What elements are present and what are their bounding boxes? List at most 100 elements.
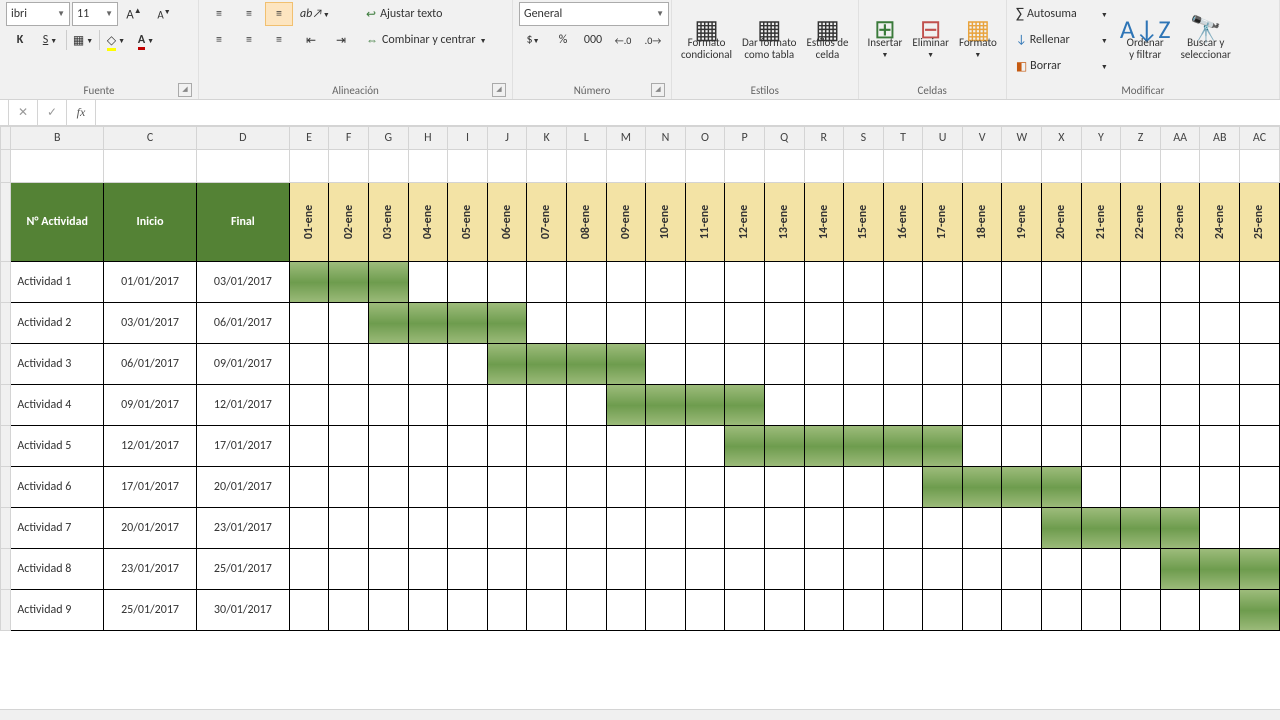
gantt-cell[interactable] bbox=[566, 262, 606, 303]
gantt-date-header[interactable]: 17-ene bbox=[923, 183, 963, 262]
gantt-cell[interactable] bbox=[923, 508, 963, 549]
gantt-cell[interactable] bbox=[329, 262, 369, 303]
gantt-cell[interactable] bbox=[923, 262, 963, 303]
gantt-cell[interactable] bbox=[685, 549, 725, 590]
row-header[interactable] bbox=[1, 426, 11, 467]
fill-color-button[interactable]: ◇▼ bbox=[102, 28, 130, 52]
activity-end-cell[interactable]: 20/01/2017 bbox=[196, 467, 289, 508]
sheet-tab-strip[interactable] bbox=[0, 709, 1280, 720]
gantt-cell[interactable] bbox=[1042, 508, 1082, 549]
dialog-launcher[interactable]: ◢ bbox=[651, 83, 665, 97]
gantt-cell[interactable] bbox=[646, 590, 686, 631]
gantt-cell[interactable] bbox=[1002, 344, 1042, 385]
gantt-cell[interactable] bbox=[685, 303, 725, 344]
gantt-cell[interactable] bbox=[962, 467, 1002, 508]
gantt-cell[interactable] bbox=[646, 508, 686, 549]
gantt-cell[interactable] bbox=[408, 508, 448, 549]
gantt-cell[interactable] bbox=[1200, 467, 1240, 508]
gantt-cell[interactable] bbox=[962, 549, 1002, 590]
gantt-cell[interactable] bbox=[923, 303, 963, 344]
gantt-cell[interactable] bbox=[566, 344, 606, 385]
gantt-cell[interactable] bbox=[527, 303, 567, 344]
gantt-cell[interactable] bbox=[1240, 426, 1280, 467]
dialog-launcher[interactable]: ◢ bbox=[492, 83, 506, 97]
gantt-cell[interactable] bbox=[804, 426, 844, 467]
gantt-date-header[interactable]: 11-ene bbox=[685, 183, 725, 262]
gantt-cell[interactable] bbox=[1200, 344, 1240, 385]
gantt-cell[interactable] bbox=[1240, 303, 1280, 344]
percent-button[interactable]: % bbox=[549, 28, 577, 52]
activity-end-cell[interactable]: 03/01/2017 bbox=[196, 262, 289, 303]
gantt-cell[interactable] bbox=[448, 303, 488, 344]
gantt-cell[interactable] bbox=[646, 344, 686, 385]
gantt-cell[interactable] bbox=[487, 262, 527, 303]
column-header[interactable]: S bbox=[844, 127, 884, 150]
underline-button[interactable]: S▼ bbox=[36, 28, 64, 52]
column-header[interactable]: L bbox=[566, 127, 606, 150]
gantt-date-header[interactable]: 18-ene bbox=[962, 183, 1002, 262]
gantt-cell[interactable] bbox=[1200, 385, 1240, 426]
gantt-cell[interactable] bbox=[725, 426, 765, 467]
activity-start-cell[interactable]: 12/01/2017 bbox=[104, 426, 197, 467]
gantt-cell[interactable] bbox=[1160, 385, 1200, 426]
gantt-date-header[interactable]: 13-ene bbox=[764, 183, 804, 262]
gantt-cell[interactable] bbox=[725, 549, 765, 590]
gantt-cell[interactable] bbox=[527, 467, 567, 508]
cell[interactable] bbox=[1200, 150, 1240, 183]
conditional-format-button[interactable]: ▦Formato condicional bbox=[676, 2, 737, 82]
currency-button[interactable]: $▼ bbox=[519, 28, 547, 52]
gantt-cell[interactable] bbox=[1002, 303, 1042, 344]
wrap-text-button[interactable]: ↩Ajustar texto bbox=[361, 2, 519, 26]
gantt-cell[interactable] bbox=[923, 549, 963, 590]
activity-start-cell[interactable]: 17/01/2017 bbox=[104, 467, 197, 508]
cell[interactable] bbox=[448, 150, 488, 183]
number-format-select[interactable]: General▼ bbox=[519, 2, 669, 26]
gantt-cell[interactable] bbox=[844, 303, 884, 344]
gantt-cell[interactable] bbox=[408, 344, 448, 385]
align-middle-button[interactable]: ≡ bbox=[235, 2, 263, 26]
gantt-cell[interactable] bbox=[566, 467, 606, 508]
gantt-cell[interactable] bbox=[527, 508, 567, 549]
gantt-cell[interactable] bbox=[923, 426, 963, 467]
gantt-date-header[interactable]: 01-ene bbox=[289, 183, 329, 262]
thousands-button[interactable]: 000 bbox=[579, 28, 607, 52]
cell[interactable] bbox=[196, 150, 289, 183]
gantt-date-header[interactable]: 20-ene bbox=[1042, 183, 1082, 262]
gantt-cell[interactable] bbox=[368, 262, 408, 303]
cell[interactable] bbox=[844, 150, 884, 183]
cell[interactable] bbox=[725, 150, 765, 183]
gantt-cell[interactable] bbox=[329, 303, 369, 344]
gantt-cell[interactable] bbox=[368, 344, 408, 385]
gantt-cell[interactable] bbox=[1002, 426, 1042, 467]
activity-start-cell[interactable]: 09/01/2017 bbox=[104, 385, 197, 426]
cell-styles-button[interactable]: ▦Estilos de celda bbox=[801, 2, 853, 82]
gantt-cell[interactable] bbox=[1121, 385, 1161, 426]
gantt-cell[interactable] bbox=[487, 426, 527, 467]
gantt-cell[interactable] bbox=[646, 426, 686, 467]
row-header[interactable] bbox=[1, 508, 11, 549]
column-header[interactable]: C bbox=[104, 127, 197, 150]
gantt-cell[interactable] bbox=[685, 467, 725, 508]
column-header[interactable]: AB bbox=[1200, 127, 1240, 150]
column-header[interactable]: R bbox=[804, 127, 844, 150]
column-header[interactable]: Z bbox=[1121, 127, 1161, 150]
gantt-cell[interactable] bbox=[487, 590, 527, 631]
gantt-cell[interactable] bbox=[962, 344, 1002, 385]
gantt-cell[interactable] bbox=[764, 590, 804, 631]
cell[interactable] bbox=[11, 150, 104, 183]
formula-input[interactable] bbox=[96, 100, 1280, 125]
activity-end-cell[interactable]: 12/01/2017 bbox=[196, 385, 289, 426]
column-header[interactable]: U bbox=[923, 127, 963, 150]
column-header[interactable]: N bbox=[646, 127, 686, 150]
row-header[interactable] bbox=[1, 183, 11, 262]
activity-start-cell[interactable]: 20/01/2017 bbox=[104, 508, 197, 549]
gantt-cell[interactable] bbox=[527, 426, 567, 467]
gantt-cell[interactable] bbox=[329, 426, 369, 467]
bold-button[interactable]: K bbox=[6, 28, 34, 52]
gantt-cell[interactable] bbox=[1240, 467, 1280, 508]
align-center-button[interactable]: ≡ bbox=[235, 28, 263, 52]
align-left-button[interactable]: ≡ bbox=[205, 28, 233, 52]
gantt-cell[interactable] bbox=[448, 590, 488, 631]
gantt-cell[interactable] bbox=[1042, 303, 1082, 344]
cell[interactable] bbox=[408, 150, 448, 183]
